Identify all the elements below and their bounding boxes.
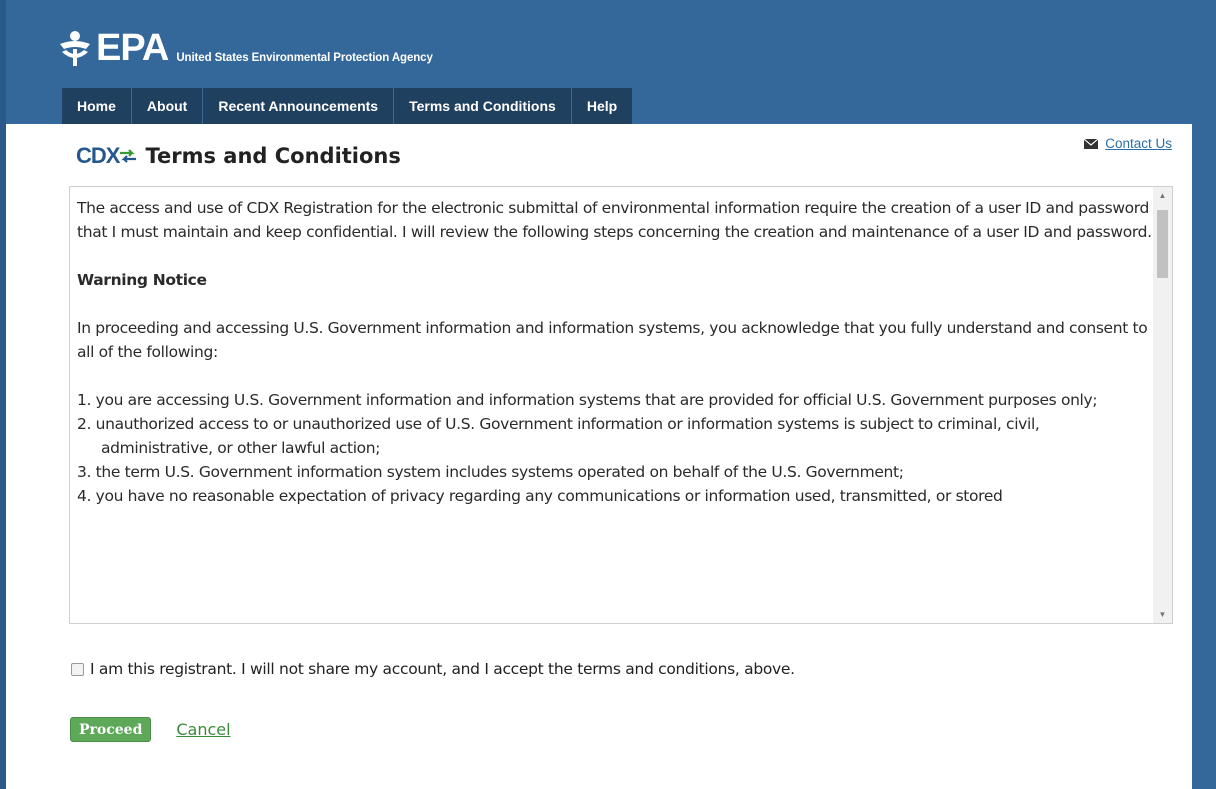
nav-terms-and-conditions[interactable]: Terms and Conditions — [394, 88, 572, 124]
envelope-icon — [1084, 138, 1099, 149]
site-header: EPA United States Environmental Protecti… — [6, 0, 1192, 124]
terms-list: 1. you are accessing U.S. Government inf… — [77, 388, 1154, 508]
page-frame: EPA United States Environmental Protecti… — [0, 0, 1216, 789]
list-item: 1. you are accessing U.S. Government inf… — [77, 391, 1098, 409]
nav-recent-announcements[interactable]: Recent Announcements — [203, 88, 395, 124]
scroll-up-arrow-icon[interactable]: ▲ — [1153, 187, 1172, 204]
list-item: 4. you have no reasonable expectation of… — [77, 487, 1003, 505]
contact-us-link[interactable]: Contact Us — [1084, 136, 1172, 151]
proceed-button[interactable]: Proceed — [70, 717, 152, 742]
form-actions: Proceed Cancel — [70, 717, 231, 742]
title-row: CDX Terms and Conditions — [76, 143, 401, 169]
list-item: 2. unauthorized access to or unauthorize… — [77, 415, 1040, 457]
page-title: Terms and Conditions — [145, 144, 401, 168]
scroll-down-arrow-icon[interactable]: ▼ — [1153, 606, 1172, 623]
epa-logo-text: EPA — [96, 27, 169, 69]
cancel-link[interactable]: Cancel — [176, 720, 230, 739]
epa-flower-icon — [60, 31, 90, 66]
terms-intro: The access and use of CDX Registration f… — [77, 199, 1152, 241]
cdx-logo-text: CDX — [76, 143, 120, 168]
agency-name: United States Environmental Protection A… — [176, 52, 433, 64]
nav-home[interactable]: Home — [62, 88, 132, 124]
accept-terms-label[interactable]: I am this registrant. I will not share m… — [90, 660, 795, 678]
cdx-logo: CDX — [76, 143, 137, 169]
terms-scroll-box[interactable]: The access and use of CDX Registration f… — [69, 186, 1173, 624]
warning-heading: Warning Notice — [77, 271, 207, 289]
epa-logo[interactable]: EPA United States Environmental Protecti… — [58, 26, 433, 69]
nav-about[interactable]: About — [131, 88, 204, 124]
scrollbar-thumb[interactable] — [1157, 210, 1168, 278]
warning-intro: In proceeding and accessing U.S. Governm… — [77, 319, 1148, 361]
cdx-arrows-icon — [120, 149, 137, 163]
main-content: Contact Us CDX Terms and Conditions The … — [56, 124, 1192, 789]
contact-us-label: Contact Us — [1105, 136, 1172, 151]
terms-scrollbar[interactable]: ▲ ▼ — [1153, 187, 1172, 623]
main-nav: Home About Recent Announcements Terms an… — [62, 88, 633, 124]
nav-help[interactable]: Help — [571, 88, 633, 124]
terms-text: The access and use of CDX Registration f… — [70, 187, 1154, 623]
right-border — [1192, 0, 1216, 789]
list-item: 3. the term U.S. Government information … — [77, 463, 904, 481]
accept-terms-row: I am this registrant. I will not share m… — [71, 660, 795, 678]
accept-terms-checkbox[interactable] — [71, 662, 84, 676]
